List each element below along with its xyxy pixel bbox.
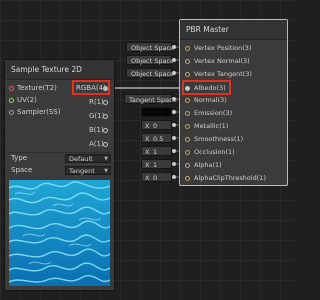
pbr-master-node[interactable]: PBR Master Vertex Position(3) Vertex Nor… (179, 19, 288, 186)
r-output-port[interactable] (103, 100, 108, 105)
occlusion-label: Occlusion(1) (194, 148, 235, 156)
smoothness-port[interactable] (185, 137, 190, 142)
x-label: X (145, 174, 150, 182)
metallic-label: Metallic(1) (194, 122, 229, 130)
alpha-clip-value-field[interactable]: X 0 (141, 172, 172, 182)
chip-port[interactable] (172, 175, 176, 179)
alpha-label: Alpha(1) (194, 161, 222, 169)
metallic-value: 0 (153, 122, 158, 130)
vertex-tangent-label: Vertex Tangent(3) (194, 70, 252, 78)
type-dropdown[interactable]: Default ▼ (65, 154, 111, 163)
smoothness-label: Smoothness(1) (194, 135, 244, 143)
metallic-value-field[interactable]: X 0 (141, 120, 172, 130)
emission-color-swatch[interactable] (141, 107, 172, 117)
alpha-port[interactable] (185, 163, 190, 168)
space-dropdown[interactable]: Tangent ▼ (65, 166, 111, 175)
rgba-highlight-box (72, 80, 110, 95)
emission-port[interactable] (185, 111, 190, 116)
normal-label: Normal(3) (194, 96, 227, 104)
chip-port[interactable] (172, 162, 176, 166)
chip-port[interactable] (172, 110, 176, 114)
water-texture-image (9, 180, 110, 286)
chip-port[interactable] (172, 58, 176, 62)
space-label: Space (11, 166, 33, 174)
alpha-clip-value: 0 (153, 174, 158, 182)
metallic-port[interactable] (185, 124, 190, 129)
uv-input-port[interactable] (9, 98, 14, 103)
x-label: X (145, 148, 150, 156)
chevron-down-icon: ▼ (104, 156, 108, 162)
normal-port[interactable] (185, 98, 190, 103)
texture-preview (9, 180, 110, 286)
smoothness-value-field[interactable]: X 0.5 (141, 133, 172, 143)
b-output-label: B(1) (89, 126, 104, 134)
occlusion-value-field[interactable]: X 1 (141, 146, 172, 156)
emission-label: Emission(3) (194, 109, 233, 117)
x-label: X (145, 122, 150, 130)
albedo-highlight-box (182, 80, 231, 95)
type-dropdown-value: Default (69, 155, 93, 163)
vertex-normal-space-chip[interactable]: Object Space (126, 55, 174, 65)
alpha-value-field[interactable]: X 1 (141, 159, 172, 169)
alpha-clip-threshold-port[interactable] (185, 176, 190, 181)
alpha-value: 1 (153, 161, 158, 169)
chip-port[interactable] (172, 123, 176, 127)
texture-input-port[interactable] (9, 86, 14, 91)
sampler-input-label: Sampler(SS) (17, 108, 61, 116)
vertex-normal-port[interactable] (185, 59, 190, 64)
occlusion-value: 1 (153, 148, 158, 156)
b-output-port[interactable] (103, 128, 108, 133)
chip-port[interactable] (172, 149, 176, 153)
x-label: X (145, 135, 150, 143)
node-title[interactable]: Sample Texture 2D (5, 60, 114, 80)
sampler-input-port[interactable] (9, 110, 14, 115)
a-output-label: A(1) (89, 140, 104, 148)
x-label: X (145, 161, 150, 169)
vertex-tangent-port[interactable] (185, 72, 190, 77)
chevron-down-icon: ▼ (104, 168, 108, 174)
a-output-port[interactable] (103, 142, 108, 147)
uv-input-label: UV(2) (17, 96, 37, 104)
chip-port[interactable] (172, 97, 176, 101)
vertex-position-space-chip[interactable]: Object Space (126, 42, 174, 52)
type-label: Type (11, 154, 28, 162)
chip-port[interactable] (172, 136, 176, 140)
vertex-position-port[interactable] (185, 46, 190, 51)
chip-port[interactable] (172, 45, 176, 49)
g-output-port[interactable] (103, 114, 108, 119)
space-dropdown-value: Tangent (69, 167, 95, 175)
vertex-position-label: Vertex Position(3) (194, 44, 252, 52)
vertex-tangent-space-chip[interactable]: Object Space (126, 68, 174, 78)
r-output-label: R(1) (89, 98, 104, 106)
node-title[interactable]: PBR Master (180, 20, 287, 40)
texture-input-label: Texture(T2) (17, 84, 57, 92)
normal-space-chip[interactable]: Tangent Space (124, 94, 177, 104)
vertex-normal-label: Vertex Normal(3) (194, 57, 250, 65)
alpha-clip-threshold-label: AlphaClipThreshold(1) (194, 174, 266, 182)
occlusion-port[interactable] (185, 150, 190, 155)
smoothness-value: 0.5 (153, 135, 164, 143)
chip-port[interactable] (172, 71, 176, 75)
